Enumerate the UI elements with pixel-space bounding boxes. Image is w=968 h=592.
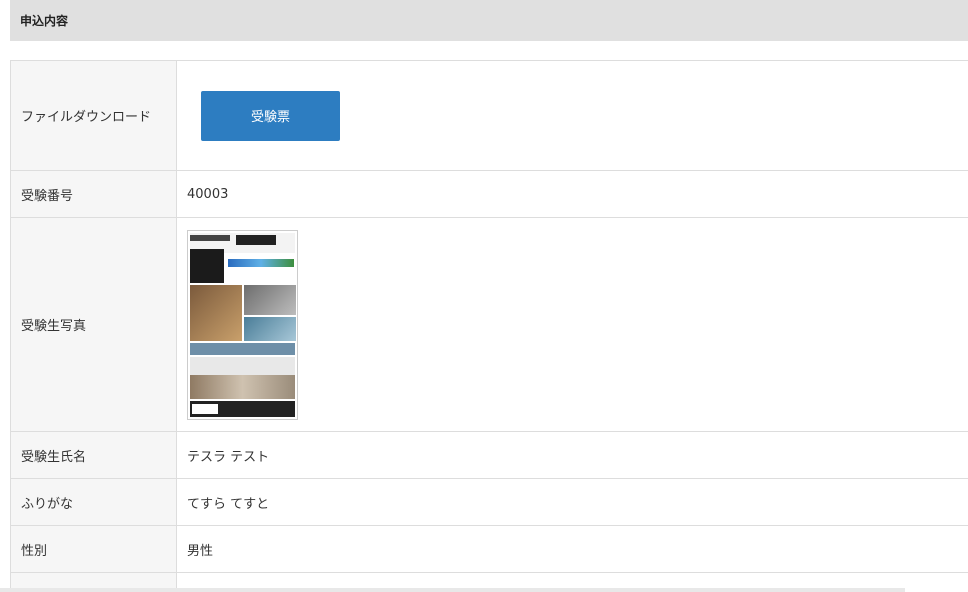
label-exam-number: 受験番号 — [10, 170, 177, 218]
application-details-page: 申込内容 ファイルダウンロード 受験票 受験番号 40003 受験生写真 受験生… — [0, 0, 968, 592]
horizontal-scrollbar[interactable] — [0, 588, 905, 592]
cell-file-download: 受験票 — [176, 60, 968, 171]
section-title: 申込内容 — [20, 14, 69, 28]
value-exam-number: 40003 — [176, 170, 968, 218]
label-student-name: 受験生氏名 — [10, 431, 177, 479]
label-gender: 性別 — [10, 525, 177, 573]
table-row-exam-number: 受験番号 40003 — [10, 170, 968, 218]
label-student-photo: 受験生写真 — [10, 217, 177, 432]
section-header: 申込内容 — [10, 0, 968, 41]
value-furigana: てすら てすと — [176, 478, 968, 526]
value-student-name: テスラ テスト — [176, 431, 968, 479]
table-row-gender: 性別 男性 — [10, 525, 968, 573]
label-file-download: ファイルダウンロード — [10, 60, 177, 171]
exam-ticket-download-button[interactable]: 受験票 — [201, 90, 340, 141]
application-table: ファイルダウンロード 受験票 受験番号 40003 受験生写真 受験生氏名 テス… — [10, 60, 968, 592]
table-row-student-name: 受験生氏名 テスラ テスト — [10, 431, 968, 479]
table-row-photo: 受験生写真 — [10, 217, 968, 432]
table-row-download: ファイルダウンロード 受験票 — [10, 60, 968, 171]
student-photo-image — [187, 229, 298, 420]
table-row-furigana: ふりがな てすら てすと — [10, 478, 968, 526]
label-furigana: ふりがな — [10, 478, 177, 526]
cell-student-photo — [176, 217, 968, 432]
value-gender: 男性 — [176, 525, 968, 573]
